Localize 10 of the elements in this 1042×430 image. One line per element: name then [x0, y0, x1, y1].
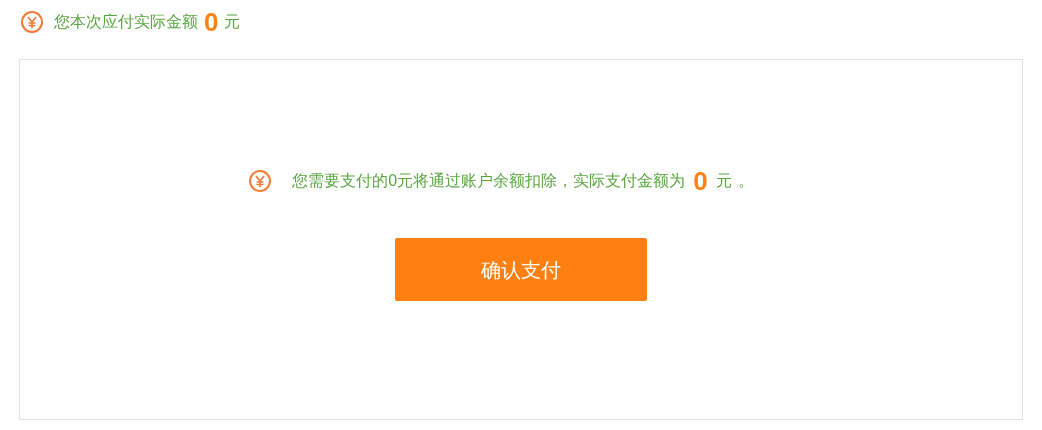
- currency-unit: 元: [224, 12, 241, 32]
- amount-label: 您本次应付实际金额: [54, 12, 198, 32]
- yen-icon: [248, 169, 273, 193]
- confirm-payment-button[interactable]: 确认支付: [395, 238, 647, 301]
- yen-icon: [20, 10, 44, 34]
- amount-value: 0: [204, 9, 219, 35]
- notice-message: 您需要支付的0元将通过账户余额扣除，实际支付金额为: [292, 171, 686, 191]
- amount-value: 0: [693, 168, 708, 194]
- period-mark: 。: [737, 171, 754, 191]
- currency-unit: 元: [715, 171, 732, 191]
